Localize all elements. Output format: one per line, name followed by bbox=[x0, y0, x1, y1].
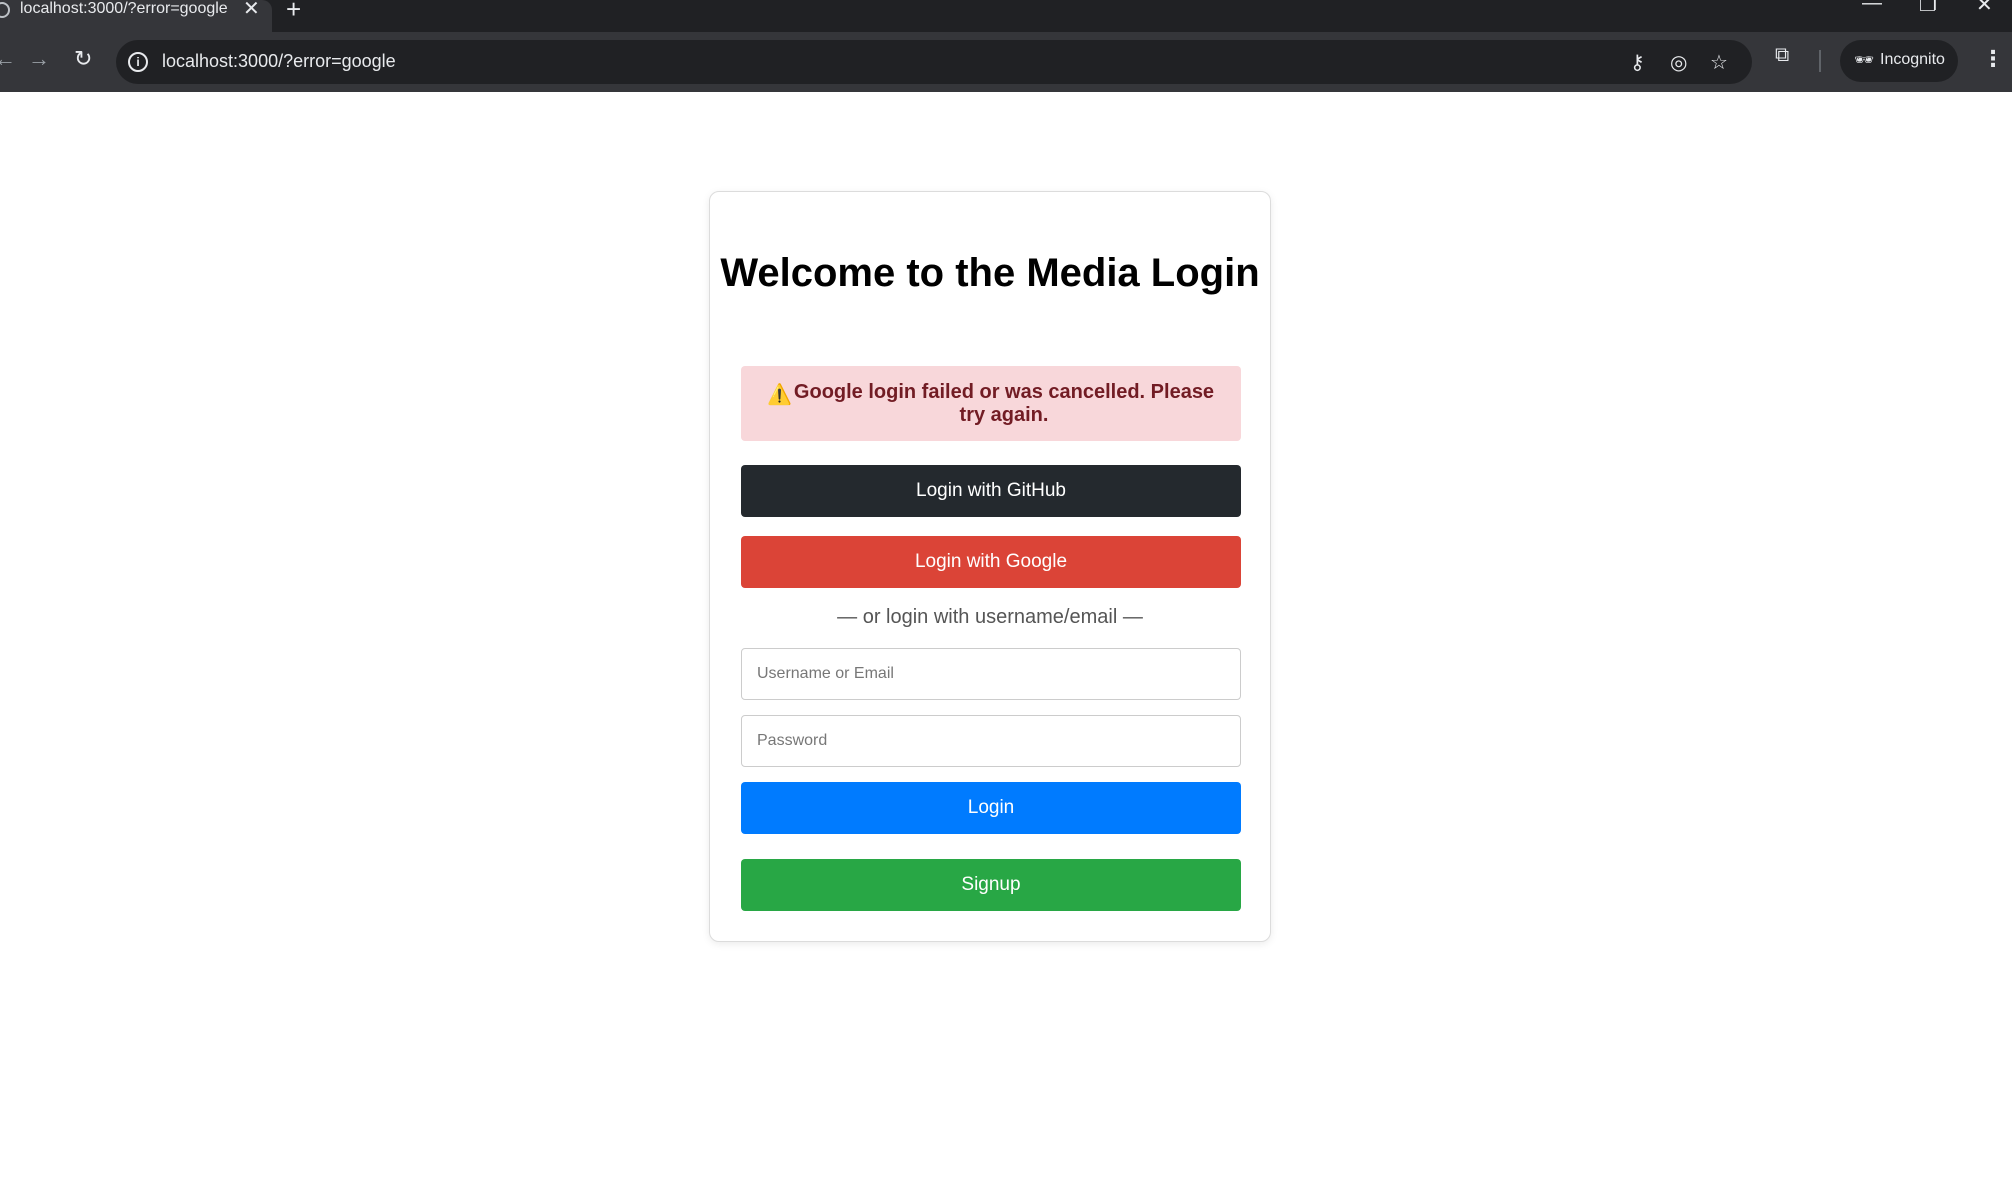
tab-close-icon[interactable]: ✕ bbox=[243, 0, 260, 21]
login-divider-text: — or login with username/email — bbox=[837, 606, 1143, 628]
github-login-button[interactable]: Login with GitHub bbox=[741, 465, 1241, 517]
window-close-icon[interactable]: ✕ bbox=[1976, 0, 1993, 17]
incognito-icon: 🕶 bbox=[1854, 52, 1875, 69]
browser-toolbar: ← → ↻ i localhost:3000/?error=google ⚷ ◎… bbox=[0, 32, 2012, 92]
login-button[interactable]: Login bbox=[741, 782, 1241, 834]
browser-tab-bar: localhost:3000/?error=google ✕ + — ❐ ✕ bbox=[0, 0, 2012, 32]
password-input[interactable] bbox=[741, 715, 1241, 767]
key-icon[interactable]: ⚷ bbox=[1630, 50, 1645, 75]
new-tab-icon[interactable]: + bbox=[286, 0, 301, 25]
signup-button[interactable]: Signup bbox=[741, 859, 1241, 911]
back-icon[interactable]: ← bbox=[0, 46, 16, 72]
eye-off-icon[interactable]: ◎ bbox=[1670, 50, 1687, 75]
reload-icon[interactable]: ↻ bbox=[74, 46, 92, 72]
error-message: Google login failed or was cancelled. Pl… bbox=[793, 381, 1215, 426]
google-login-button[interactable]: Login with Google bbox=[741, 536, 1241, 588]
star-icon[interactable]: ☆ bbox=[1710, 50, 1728, 75]
forward-icon[interactable]: → bbox=[28, 46, 50, 72]
address-bar[interactable]: i localhost:3000/?error=google ⚷ ◎ ☆ bbox=[116, 40, 1752, 84]
browser-tab[interactable]: localhost:3000/?error=google ✕ bbox=[0, 0, 272, 32]
site-info-icon[interactable]: i bbox=[128, 52, 148, 72]
toolbar-divider bbox=[1819, 50, 1821, 72]
menu-icon[interactable]: ⋮ bbox=[1982, 46, 2004, 72]
tab-search-icon[interactable]: ⧉ bbox=[1775, 44, 1789, 67]
error-alert: ⚠️ Google login failed or was cancelled.… bbox=[741, 366, 1241, 441]
username-input[interactable] bbox=[741, 648, 1241, 700]
login-card: Welcome to the Media Login ⚠️ Google log… bbox=[709, 191, 1271, 942]
restore-icon[interactable]: ❐ bbox=[1919, 0, 1937, 17]
minimize-icon[interactable]: — bbox=[1862, 0, 1882, 15]
globe-icon bbox=[0, 2, 10, 18]
incognito-label: Incognito bbox=[1880, 51, 1945, 68]
page-title: Welcome to the Media Login bbox=[720, 251, 1260, 295]
incognito-badge[interactable]: 🕶 Incognito bbox=[1840, 40, 1958, 82]
tab-title: localhost:3000/?error=google bbox=[20, 0, 228, 17]
address-url[interactable]: localhost:3000/?error=google bbox=[162, 51, 396, 72]
